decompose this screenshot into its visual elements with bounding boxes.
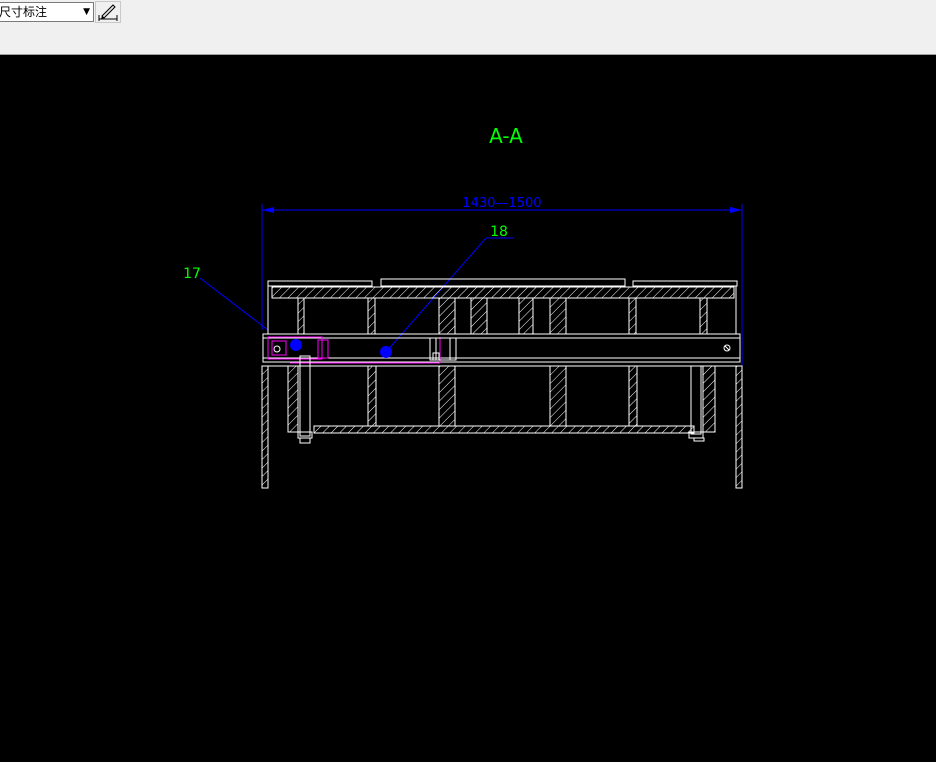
bottom-plate — [313, 425, 695, 434]
upper-ribs — [297, 297, 708, 335]
dimension-style-dropdown[interactable]: 尺寸标注 ▼ — [0, 2, 94, 22]
main-beam — [262, 333, 741, 367]
top-plates — [267, 278, 738, 299]
side-legs — [261, 286, 743, 489]
lower-ribs — [287, 365, 716, 433]
dimension-style-edit-icon — [98, 4, 118, 21]
dimension-style-value: 尺寸标注 — [0, 5, 48, 19]
chevron-down-icon[interactable]: ▼ — [83, 3, 90, 21]
bearing-block — [429, 337, 457, 361]
dimension-text: 1430—1500 — [462, 196, 541, 211]
grip-point-1[interactable] — [290, 339, 302, 351]
callout-18-label: 18 — [490, 224, 508, 240]
dimension-style-button[interactable] — [95, 1, 121, 23]
drawing-canvas[interactable]: A-A 1430—1500 17 18 — [0, 56, 936, 762]
callout-17: 17 — [183, 266, 269, 331]
grip-point-2[interactable] — [380, 346, 392, 358]
toolbar: 尺寸标注 ▼ — [0, 0, 936, 55]
section-title: A-A — [489, 124, 523, 148]
callout-17-label: 17 — [183, 266, 201, 282]
